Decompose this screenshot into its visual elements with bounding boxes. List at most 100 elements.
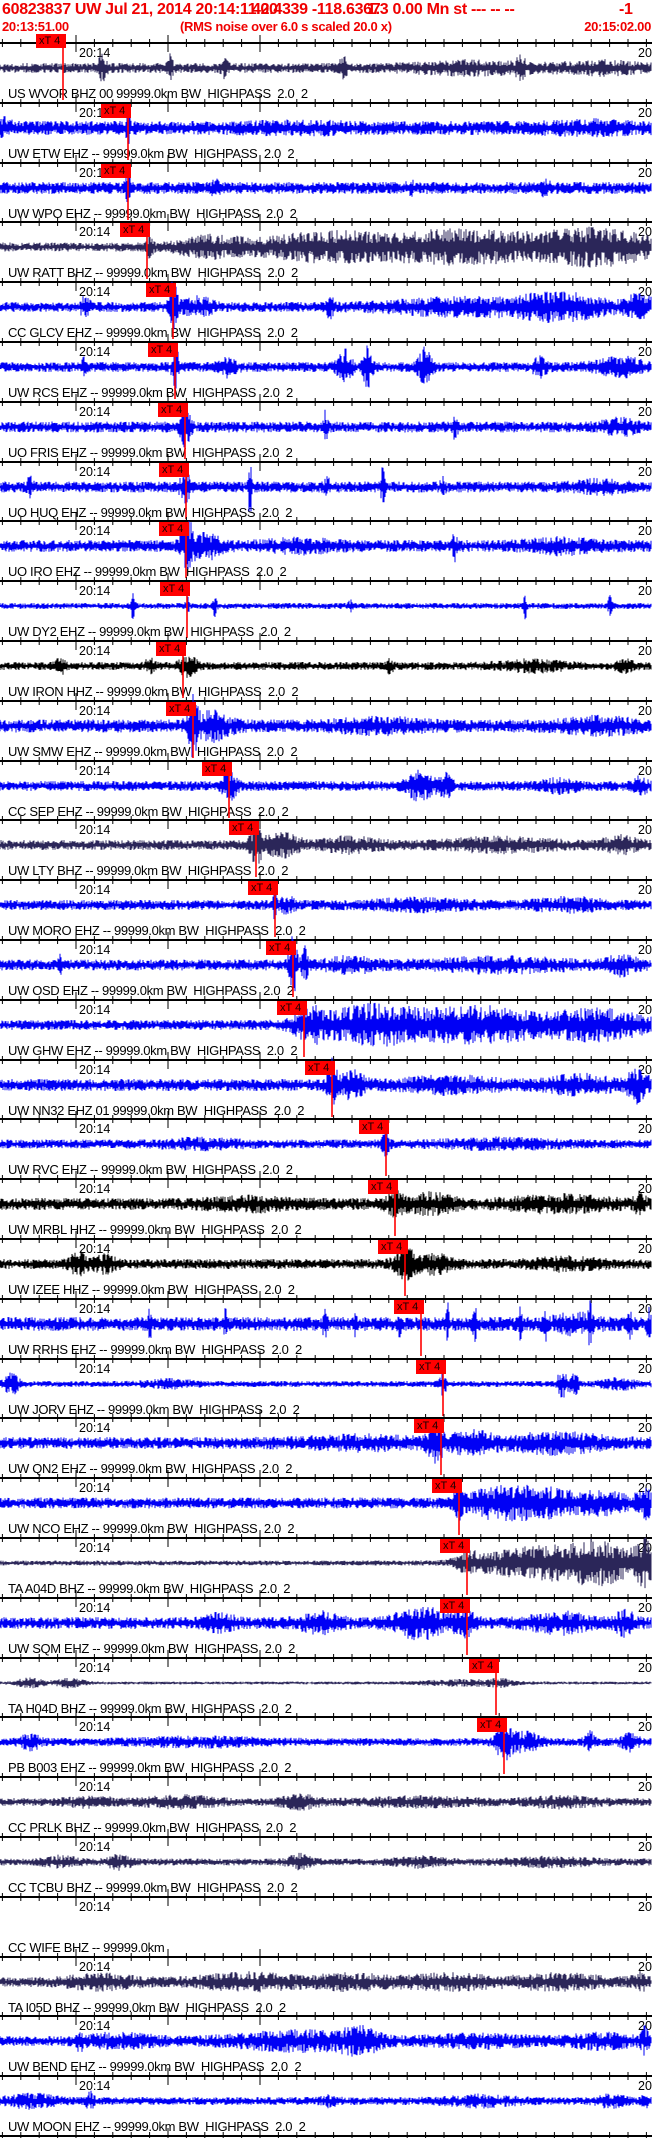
trace-row[interactable]: TA H04D BHZ -- 99999.0km BW HIGHPASS 2.0… <box>0 1657 652 1717</box>
trace-row[interactable]: UO FRIS EHZ -- 99999.0km BW HIGHPASS 2.0… <box>0 401 652 461</box>
pick-flag[interactable]: xT 4 <box>394 1300 424 1314</box>
pick-flag[interactable]: xT 4 <box>416 1360 446 1374</box>
station-label: UW MRBL HHZ -- 99999.0km BW HIGHPASS 2.0… <box>8 1222 302 1237</box>
station-label: TA H04D BHZ -- 99999.0km BW HIGHPASS 2.0… <box>8 1701 292 1716</box>
time-label-right: 20 <box>638 823 652 837</box>
event-header: 60823837 UW Jul 21, 2014 20:14:11.00 42.… <box>0 0 652 34</box>
station-label: CC PRLK BHZ -- 99999.0km BW HIGHPASS 2.0… <box>8 1820 297 1835</box>
pick-flag[interactable]: xT 4 <box>158 403 188 417</box>
trace-row[interactable]: UW RRHS EHZ -- 99999.0km BW HIGHPASS 2.0… <box>0 1298 652 1358</box>
time-label-right: 20 <box>638 764 652 778</box>
station-label: UW BEND EHZ -- 99999.0km BW HIGHPASS 2.0… <box>8 2059 302 2074</box>
time-label-right: 20 <box>638 1481 652 1495</box>
trace-row[interactable]: UW ETW EHZ -- 99999.0km BW HIGHPASS 2.0 … <box>0 102 652 162</box>
trace-row[interactable]: CC SEP EHZ -- 99999.0km BW HIGHPASS 2.0 … <box>0 760 652 820</box>
trace-row[interactable]: UW MRBL HHZ -- 99999.0km BW HIGHPASS 2.0… <box>0 1178 652 1238</box>
time-label-left: 20:14 <box>79 1242 111 1256</box>
pick-flag[interactable]: xT 4 <box>146 283 176 297</box>
pick-flag[interactable]: xT 4 <box>378 1240 408 1254</box>
station-label: UW DY2 EHZ -- 99999.0km BW HIGHPASS 2.0 … <box>8 624 291 639</box>
pick-flag[interactable]: xT 4 <box>248 881 278 895</box>
time-label-left: 20:14 <box>79 1182 111 1196</box>
pick-flag[interactable]: xT 4 <box>229 821 259 835</box>
pick-flag[interactable]: xT 4 <box>166 702 196 716</box>
time-label-right: 20 <box>638 465 652 479</box>
station-label: UW MORO EHZ -- 99999.0km BW HIGHPASS 2.0… <box>8 923 306 938</box>
trace-row[interactable]: CC PRLK BHZ -- 99999.0km BW HIGHPASS 2.0… <box>0 1776 652 1836</box>
trace-row[interactable]: UW SQM EHZ -- 99999.0km BW HIGHPASS 2.0 … <box>0 1597 652 1657</box>
trace-row[interactable]: UW MORO EHZ -- 99999.0km BW HIGHPASS 2.0… <box>0 879 652 939</box>
pick-flag[interactable]: xT 4 <box>159 522 189 536</box>
pick-flag[interactable]: xT 4 <box>36 34 66 48</box>
pick-flag[interactable]: xT 4 <box>120 223 150 237</box>
time-label-left: 20:14 <box>79 1900 111 1914</box>
pick-flag[interactable]: xT 4 <box>359 1120 389 1134</box>
time-label-right: 20 <box>638 1242 652 1256</box>
trace-row[interactable]: PB B003 EHZ -- 99999.0km BW HIGHPASS 2.0… <box>0 1716 652 1776</box>
pick-flag[interactable]: xT 4 <box>266 941 296 955</box>
pick-flag[interactable]: xT 4 <box>101 104 131 118</box>
station-label: UW MOON EHZ -- 99999.0km BW HIGHPASS 2.0… <box>8 2119 306 2134</box>
trace-row[interactable]: TA I05D BHZ -- 99999.0km BW HIGHPASS 2.0… <box>0 1956 652 2016</box>
station-label: UW RATT BHZ -- 99999.0km BW HIGHPASS 2.0… <box>8 265 298 280</box>
pick-flag[interactable]: xT 4 <box>156 642 186 656</box>
trace-row[interactable]: UW RVC EHZ -- 99999.0km BW HIGHPASS 2.0 … <box>0 1118 652 1178</box>
time-label-right: 20 <box>638 1601 652 1615</box>
pick-flag[interactable]: xT 4 <box>440 1599 470 1613</box>
trace-row[interactable]: UW IRON HHZ -- 99999.0km BW HIGHPASS 2.0… <box>0 640 652 700</box>
trace-row[interactable]: UO HUQ EHZ -- 99999.0km BW HIGHPASS 2.0 … <box>0 461 652 521</box>
window-end-time: 20:15:02.00 <box>584 19 651 34</box>
pick-flag[interactable]: xT 4 <box>368 1180 398 1194</box>
station-label: UW ETW EHZ -- 99999.0km BW HIGHPASS 2.0 … <box>8 146 295 161</box>
pick-flag[interactable]: xT 4 <box>477 1718 507 1732</box>
pick-flag[interactable]: xT 4 <box>440 1539 470 1553</box>
time-label-right: 20 <box>638 2079 652 2093</box>
time-label-right: 20 <box>638 644 652 658</box>
time-label-left: 20:14 <box>79 1122 111 1136</box>
trace-row[interactable]: UW MOON EHZ -- 99999.0km BW HIGHPASS 2.0… <box>0 2075 652 2135</box>
station-label: UW IZEE HHZ -- 99999.0km BW HIGHPASS 2.0… <box>8 1282 295 1297</box>
pick-flag[interactable]: xT 4 <box>432 1479 462 1493</box>
time-label-right: 20 <box>638 1541 652 1555</box>
trace-row[interactable]: CC GLCV EHZ -- 99999.0km BW HIGHPASS 2.0… <box>0 281 652 341</box>
time-label-right: 20 <box>638 584 652 598</box>
pick-flag[interactable]: xT 4 <box>101 164 131 178</box>
trace-row[interactable]: UW LTY BHZ -- 99999.0km BW HIGHPASS 2.0 … <box>0 819 652 879</box>
pick-flag[interactable]: xT 4 <box>202 762 232 776</box>
time-label-left: 20:14 <box>79 46 111 60</box>
station-label: TA I05D BHZ -- 99999.0km BW HIGHPASS 2.0… <box>8 2000 286 2015</box>
time-label-right: 20 <box>638 1720 652 1734</box>
station-label: UW WPO EHZ -- 99999.0km BW HIGHPASS 2.0 … <box>8 206 297 221</box>
pick-flag[interactable]: xT 4 <box>159 463 189 477</box>
trace-row[interactable]: UW NCO EHZ -- 99999.0km BW HIGHPASS 2.0 … <box>0 1477 652 1537</box>
trace-row[interactable]: UW RCS EHZ -- 99999.0km BW HIGHPASS 2.0 … <box>0 341 652 401</box>
trace-row[interactable]: CC TCBU BHZ -- 99999.0km BW HIGHPASS 2.0… <box>0 1836 652 1896</box>
trace-row[interactable]: CC WIFE BHZ -- 99999.0km 20:14 20 <box>0 1896 652 1956</box>
trace-row[interactable]: UO IRO EHZ -- 99999.0km BW HIGHPASS 2.0 … <box>0 520 652 580</box>
time-label-left: 20:14 <box>79 1481 111 1495</box>
pick-flag[interactable]: xT 4 <box>414 1419 444 1433</box>
time-label-left: 20:14 <box>79 225 111 239</box>
time-label-left: 20:14 <box>79 644 111 658</box>
time-label-left: 20:14 <box>79 1661 111 1675</box>
trace-row[interactable]: UW JORV EHZ -- 99999.0km BW HIGHPASS 2.0… <box>0 1358 652 1418</box>
trace-row[interactable]: UW OSD EHZ -- 99999.0km BW HIGHPASS 2.0 … <box>0 939 652 999</box>
trace-row[interactable]: UW QN2 EHZ -- 99999.0km BW HIGHPASS 2.0 … <box>0 1417 652 1477</box>
trace-row[interactable]: UW WPO EHZ -- 99999.0km BW HIGHPASS 2.0 … <box>0 162 652 222</box>
trace-row[interactable]: UW RATT BHZ -- 99999.0km BW HIGHPASS 2.0… <box>0 221 652 281</box>
pick-flag[interactable]: xT 4 <box>277 1001 307 1015</box>
time-label-right: 20 <box>638 1661 652 1675</box>
trace-row[interactable]: TA A04D BHZ -- 99999.0km BW HIGHPASS 2.0… <box>0 1537 652 1597</box>
pick-flag[interactable]: xT 4 <box>305 1061 335 1075</box>
time-label-left: 20:14 <box>79 1840 111 1854</box>
trace-row[interactable]: UW DY2 EHZ -- 99999.0km BW HIGHPASS 2.0 … <box>0 580 652 640</box>
pick-flag[interactable]: xT 4 <box>469 1659 499 1673</box>
trace-row[interactable]: US WVOR BHZ 00 99999.0km BW HIGHPASS 2.0… <box>0 42 652 102</box>
pick-flag[interactable]: xT 4 <box>160 582 190 596</box>
trace-row[interactable]: UW SMW EHZ -- 99999.0km BW HIGHPASS 2.0 … <box>0 700 652 760</box>
trace-row[interactable]: UW GHW EHZ -- 99999.0km BW HIGHPASS 2.0 … <box>0 999 652 1059</box>
station-label: UW LTY BHZ -- 99999.0km BW HIGHPASS 2.0 … <box>8 863 289 878</box>
trace-row[interactable]: UW BEND EHZ -- 99999.0km BW HIGHPASS 2.0… <box>0 2015 652 2075</box>
pick-flag[interactable]: xT 4 <box>148 343 178 357</box>
trace-row[interactable]: UW IZEE HHZ -- 99999.0km BW HIGHPASS 2.0… <box>0 1238 652 1298</box>
